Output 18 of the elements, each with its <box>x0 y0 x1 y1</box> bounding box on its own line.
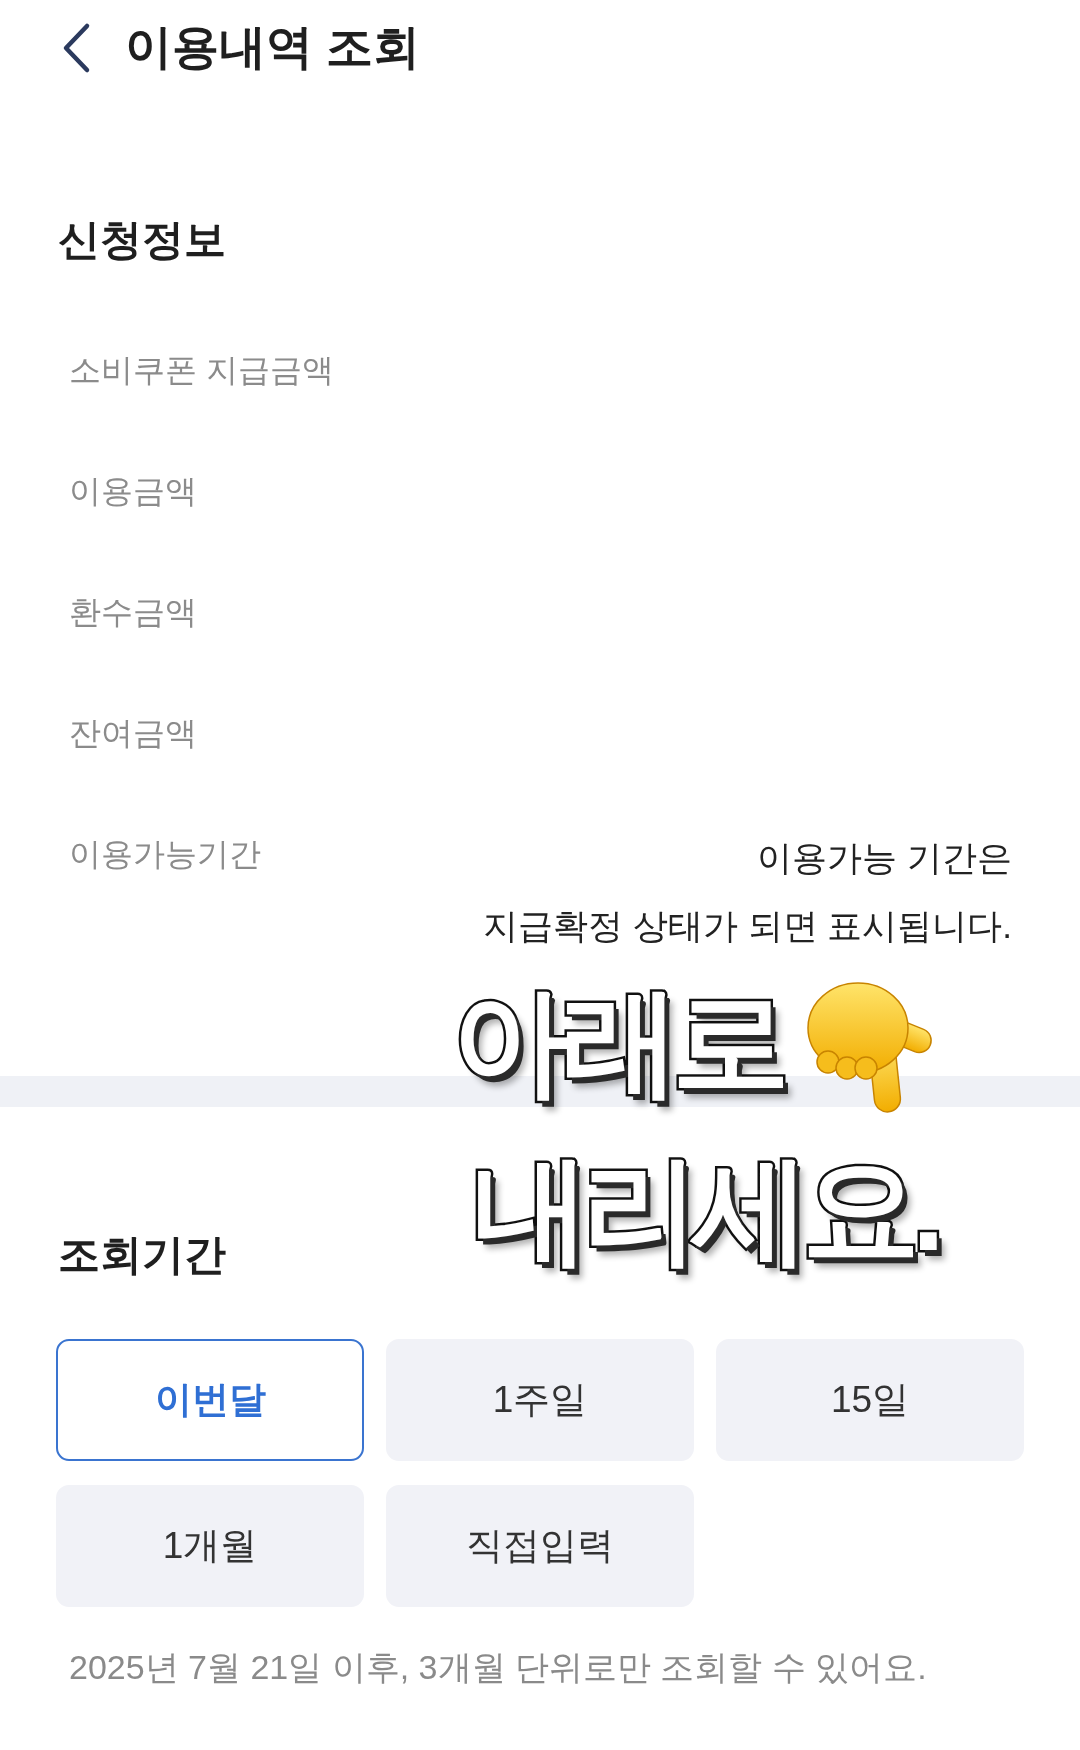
chevron-left-icon <box>61 21 91 74</box>
info-label: 소비쿠폰 지급금액 <box>69 351 334 390</box>
period-option-button[interactable]: 직접입력 <box>386 1485 694 1607</box>
caption-text: 내리세요. <box>464 1135 961 1296</box>
section-heading: 조회기간 <box>58 1230 226 1280</box>
caption-text: 아래로 <box>444 968 806 1128</box>
page-title: 이용내역 조회 <box>125 19 421 76</box>
section-heading: 신청정보 <box>58 215 226 265</box>
availability-note: 이용가능 기간은 지급확정 상태가 되면 표시됩니다. <box>483 837 1012 947</box>
info-label: 이용금액 <box>69 472 197 511</box>
period-option-button[interactable]: 1개월 <box>56 1485 364 1607</box>
info-label: 환수금액 <box>69 593 197 632</box>
period-option-button[interactable]: 15일 <box>716 1339 1024 1461</box>
info-label: 잔여금액 <box>69 714 197 753</box>
info-label: 이용가능기간 <box>69 835 261 874</box>
period-option-button[interactable]: 1주일 <box>386 1339 694 1461</box>
period-option-button[interactable]: 이번달 <box>56 1339 364 1461</box>
period-notice: 2025년 7월 21일 이후, 3개월 단위로만 조회할 수 있어요. <box>69 1647 927 1688</box>
